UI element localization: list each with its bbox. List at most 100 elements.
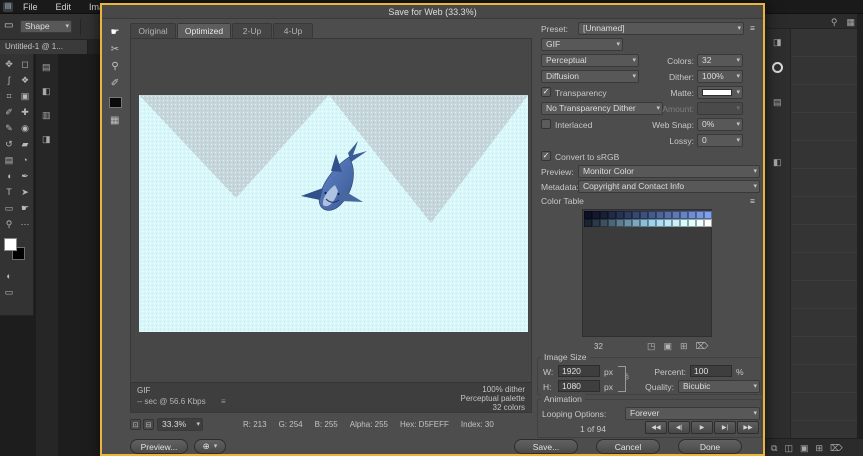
tab-optimized[interactable]: Optimized xyxy=(177,23,231,38)
color-swatch[interactable] xyxy=(608,211,616,219)
constrain-link-icon[interactable]: § xyxy=(625,374,629,382)
color-swatch[interactable] xyxy=(680,211,688,219)
foreground-color-swatch[interactable] xyxy=(4,238,17,251)
color-swatch[interactable] xyxy=(640,219,648,227)
palette-select[interactable]: Perceptual ▾ xyxy=(541,54,639,67)
edit-toolbar-button[interactable]: ⋯ xyxy=(17,216,33,232)
color-swatch[interactable] xyxy=(592,211,600,219)
eraser-tool[interactable]: ▰ xyxy=(17,136,33,152)
slice-select-tool[interactable]: ✂ xyxy=(106,42,124,57)
layer-style-icon[interactable]: ◫ xyxy=(784,441,793,455)
optimized-preview-image[interactable] xyxy=(139,95,528,332)
color-swatch[interactable] xyxy=(656,211,664,219)
color-swatch[interactable] xyxy=(696,211,704,219)
document-tab[interactable]: Untitled-1 @ 1... xyxy=(0,40,88,54)
width-input[interactable] xyxy=(558,365,600,377)
web-snap-select[interactable]: 0% ▾ xyxy=(697,118,743,131)
color-swatch[interactable] xyxy=(584,219,592,227)
dither-method-select[interactable]: Diffusion ▾ xyxy=(541,70,639,83)
history-brush-tool[interactable]: ↺ xyxy=(1,136,17,152)
color-table-menu-icon[interactable]: ≡ xyxy=(750,196,755,207)
quick-mask-icon[interactable]: ◐ xyxy=(1,268,17,284)
move-tool[interactable]: ✥ xyxy=(1,56,17,72)
workspace-switcher-icon[interactable]: ▦ xyxy=(846,15,855,29)
play-button[interactable]: ▶ xyxy=(691,421,713,434)
type-tool[interactable]: T xyxy=(1,184,17,200)
menu-file[interactable]: File xyxy=(14,0,47,14)
add-mask-icon[interactable]: ▣ xyxy=(800,441,809,455)
healing-brush-tool[interactable]: ✚ xyxy=(17,104,33,120)
search-icon[interactable]: ⚲ xyxy=(831,15,838,29)
last-frame-button[interactable]: ▶▶ xyxy=(737,421,759,434)
color-swatch[interactable] xyxy=(672,211,680,219)
preview-mode-select[interactable]: Monitor Color ▾ xyxy=(578,165,760,178)
prev-frame-button[interactable]: ◀| xyxy=(668,421,690,434)
preview-in-browser-button[interactable]: Preview... xyxy=(130,439,188,454)
color-swatch[interactable] xyxy=(656,219,664,227)
lock-color-icon[interactable]: ▣ xyxy=(664,340,673,352)
color-swatch[interactable] xyxy=(664,211,672,219)
rectangle-tool[interactable]: ▭ xyxy=(1,200,17,216)
dodge-tool[interactable]: ◖ xyxy=(1,168,17,184)
convert-srgb-checkbox[interactable]: ✓ xyxy=(541,151,551,161)
lossy-select[interactable]: 0 ▾ xyxy=(697,134,743,147)
metadata-select[interactable]: Copyright and Contact Info ▾ xyxy=(578,180,760,193)
color-swatch[interactable] xyxy=(648,219,656,227)
color-swatch[interactable] xyxy=(640,211,648,219)
next-frame-button[interactable]: ▶| xyxy=(714,421,736,434)
color-swatch[interactable] xyxy=(616,219,624,227)
first-frame-button[interactable]: ◀◀ xyxy=(645,421,667,434)
percent-input[interactable] xyxy=(690,365,732,377)
snap-web-palette-icon[interactable]: ◳ xyxy=(647,340,656,352)
clone-stamp-tool[interactable]: ◉ xyxy=(17,120,33,136)
hand-tool[interactable]: ☛ xyxy=(106,25,124,40)
preview-option-button-1[interactable]: ⊡ xyxy=(130,419,141,430)
color-swatch[interactable] xyxy=(696,219,704,227)
quality-select[interactable]: Bicubic ▾ xyxy=(678,380,760,393)
tab-original[interactable]: Original xyxy=(130,23,176,38)
color-swatch[interactable] xyxy=(648,211,656,219)
dock-panel-icon-3[interactable]: ▥ xyxy=(42,108,51,122)
looping-options-select[interactable]: Forever ▾ xyxy=(625,407,760,420)
colors-select[interactable]: 32 ▾ xyxy=(697,54,743,67)
hand-tool[interactable]: ☛ xyxy=(17,200,33,216)
eyedropper-tool[interactable]: ✐ xyxy=(1,104,17,120)
format-select[interactable]: GIF ▾ xyxy=(541,38,623,51)
dock-panel-icon-4[interactable]: ◨ xyxy=(42,132,51,146)
gradient-tool[interactable]: ▤ xyxy=(1,152,17,168)
crop-tool[interactable]: ⌗ xyxy=(1,88,17,104)
color-swatch[interactable] xyxy=(632,219,640,227)
link-layers-icon[interactable]: ⧉ xyxy=(771,441,777,455)
new-layer-icon[interactable]: ⊞ xyxy=(815,441,823,455)
add-color-icon[interactable]: ⊞ xyxy=(680,340,688,352)
color-swatch[interactable] xyxy=(584,211,592,219)
delete-layer-icon[interactable]: ⌦ xyxy=(830,441,843,455)
menu-edit[interactable]: Edit xyxy=(47,0,81,14)
transparency-checkbox[interactable]: ✓ xyxy=(541,87,551,97)
marquee-tool[interactable]: ◻ xyxy=(17,56,33,72)
toggle-slices-visibility-icon[interactable]: ▦ xyxy=(110,115,119,126)
eyedropper-tool[interactable]: ✐ xyxy=(106,76,124,91)
quick-selection-tool[interactable]: ❖ xyxy=(17,72,33,88)
brush-tool[interactable]: ✎ xyxy=(1,120,17,136)
frame-tool[interactable]: ▣ xyxy=(17,88,33,104)
color-swatch[interactable] xyxy=(608,219,616,227)
dialog-eyedropper-color-swatch[interactable] xyxy=(109,97,122,108)
browser-select-button[interactable]: ⊕ ▾ xyxy=(194,439,226,454)
color-swatch[interactable] xyxy=(632,211,640,219)
color-swatch[interactable] xyxy=(704,219,712,227)
dock-panel-icon-1[interactable]: ▤ xyxy=(42,60,51,74)
interlaced-checkbox[interactable]: ✓ xyxy=(541,119,551,129)
matte-select[interactable]: ▾ xyxy=(697,86,743,99)
blur-tool[interactable]: ◔ xyxy=(17,152,33,168)
panel-icon-color[interactable]: ◨ xyxy=(773,35,782,49)
pen-tool[interactable]: ✒ xyxy=(17,168,33,184)
save-button[interactable]: Save... xyxy=(514,439,578,454)
lasso-tool[interactable]: ʃ xyxy=(1,72,17,88)
color-swatch[interactable] xyxy=(624,219,632,227)
color-swatch[interactable] xyxy=(672,219,680,227)
zoom-tool[interactable]: ⚲ xyxy=(1,216,17,232)
color-swatch[interactable] xyxy=(664,219,672,227)
panel-icon-swatches[interactable]: ▤ xyxy=(773,95,782,109)
preview-option-button-2[interactable]: ⊟ xyxy=(143,419,154,430)
